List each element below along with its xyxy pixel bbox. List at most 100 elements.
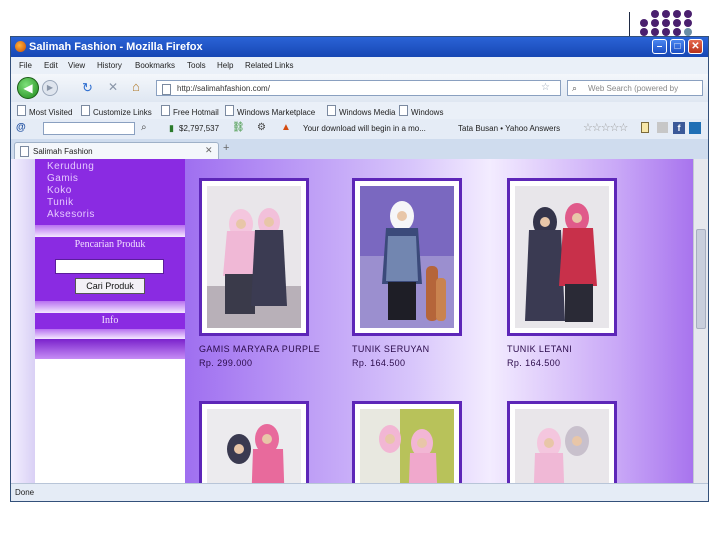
bookmark-label: Windows [411,108,444,117]
link-icon[interactable]: ⛓ [232,122,245,133]
decorative-dot [651,28,659,36]
bookmark-windows-marketplace[interactable]: Windows Marketplace [225,105,315,117]
page-icon [161,105,170,116]
decorative-dot [673,19,681,27]
category-kerudung[interactable]: Kerudung [47,161,94,172]
menu-bar: File Edit View History Bookmarks Tools H… [11,57,708,74]
product-grid: GAMIS MARYARA PURPLE Rp. 299.000 TUNIK S… [185,159,693,483]
sidebar-divider [35,329,185,339]
stop-icon[interactable]: ✕ [108,80,118,94]
product-photo[interactable] [207,409,301,483]
bookmark-label: Customize Links [93,108,152,117]
product-name[interactable]: TUNIK LETANI [507,344,572,354]
tab-salimah-fashion[interactable]: Salimah Fashion ✕ [14,142,219,159]
product-photo[interactable] [360,409,454,483]
product-search-input[interactable] [55,259,164,274]
product-card[interactable] [199,178,309,336]
product-image-tunik-letani [515,186,609,328]
address-bar[interactable]: http://salimahfashion.com/ ☆ [156,80,561,96]
bookmark-customize-links[interactable]: Customize Links [81,105,152,117]
notepad-icon[interactable] [641,122,649,133]
status-bar: Done [11,483,708,501]
menu-view[interactable]: View [68,61,85,70]
product-image-gamis [207,409,301,483]
firefox-icon [15,41,26,52]
product-photo[interactable] [515,409,609,483]
category-aksesoris[interactable]: Aksesoris [47,209,95,220]
product-card[interactable] [507,401,617,483]
page-icon [162,84,171,95]
download-message[interactable]: Your download will begin in a mo... [303,124,426,133]
bookmark-star-icon[interactable]: ☆ [541,82,550,93]
menu-history[interactable]: History [97,61,122,70]
minimize-button[interactable]: – [652,39,667,54]
product-search-heading: Pencarian Produk [74,239,146,250]
decorative-dot [684,10,692,18]
search-icon[interactable]: ⌕ [141,122,147,133]
menu-file[interactable]: File [19,61,32,70]
product-name[interactable]: TUNIK SERUYAN [352,344,430,354]
product-image-gamis-pink [515,409,609,483]
flame-icon[interactable]: ▲ [281,122,291,133]
web-search-input[interactable]: ⌕ Web Search (powered by [567,80,703,96]
tab-strip: Salimah Fashion ✕ + [11,139,708,159]
category-tunik[interactable]: Tunik [47,197,74,208]
toolbar-search-input[interactable] [43,122,135,135]
bookmarks-toolbar: Most Visited Customize Links Free Hotmai… [11,102,708,119]
reload-icon[interactable]: ↻ [82,80,93,96]
home-icon[interactable]: ⌂ [132,79,140,94]
bookmark-windows-media[interactable]: Windows Media [327,105,395,117]
menu-bookmarks[interactable]: Bookmarks [135,61,175,70]
browser-window: Salimah Fashion - Mozilla Firefox – □ ✕ … [10,36,709,502]
product-photo[interactable] [360,186,454,328]
product-card[interactable] [352,401,462,483]
toolbar-links[interactable]: Tata Busan • Yahoo Answers [458,124,560,133]
product-card[interactable] [199,401,309,483]
forward-button[interactable]: ▶ [42,80,58,96]
category-gamis[interactable]: Gamis [47,173,78,184]
decorative-dot-grid [640,10,700,36]
gear-icon[interactable]: ⚙ [257,122,266,133]
new-tab-button[interactable]: + [223,142,229,154]
page-icon [225,105,234,116]
counter-value: $2,797,537 [179,124,220,133]
product-price: Rp. 164.500 [507,358,561,368]
search-icon: ⌕ [572,83,578,93]
product-card[interactable] [352,178,462,336]
page-icon [399,105,408,116]
product-photo[interactable] [515,186,609,328]
navigation-toolbar: ◀ ▶ ↻ ✕ ⌂ http://salimahfashion.com/ ☆ ⌕… [11,74,708,102]
decorative-dot [662,28,670,36]
page-icon [17,105,26,116]
tab-close-icon[interactable]: ✕ [205,145,213,156]
sidebar-footer-band [35,339,185,359]
menu-edit[interactable]: Edit [44,61,58,70]
scrollbar-thumb[interactable] [696,229,706,329]
vertical-scrollbar[interactable] [693,159,708,483]
search-product-button[interactable]: Cari Produk [75,278,145,294]
decorative-dot [640,28,648,36]
decorative-dot [673,10,681,18]
product-card[interactable] [507,178,617,336]
windows-live-icon[interactable] [689,122,701,134]
sidebar-divider [35,225,185,237]
back-button[interactable]: ◀ [17,77,39,99]
facebook-icon[interactable]: f [673,122,685,134]
bookmark-most-visited[interactable]: Most Visited [17,105,72,117]
bookmark-windows[interactable]: Windows [399,105,443,117]
close-button[interactable]: ✕ [688,39,703,54]
rating-stars-icon[interactable]: ☆☆☆☆☆ [583,121,628,134]
stats-bar-icon: ▮ [169,123,174,133]
maximize-button[interactable]: □ [670,39,685,54]
menu-tools[interactable]: Tools [187,61,206,70]
window-title: Salimah Fashion - Mozilla Firefox [29,41,203,53]
bookmark-free-hotmail[interactable]: Free Hotmail [161,105,219,117]
menu-related-links[interactable]: Related Links [245,61,293,70]
product-photo[interactable] [207,186,301,328]
menu-help[interactable]: Help [217,61,233,70]
addon-logo-icon[interactable]: @ [16,122,26,133]
product-name[interactable]: GAMIS MARYARA PURPLE [199,344,320,354]
category-koko[interactable]: Koko [47,185,72,196]
mail-icon[interactable] [657,122,668,133]
decorative-dot [684,19,692,27]
